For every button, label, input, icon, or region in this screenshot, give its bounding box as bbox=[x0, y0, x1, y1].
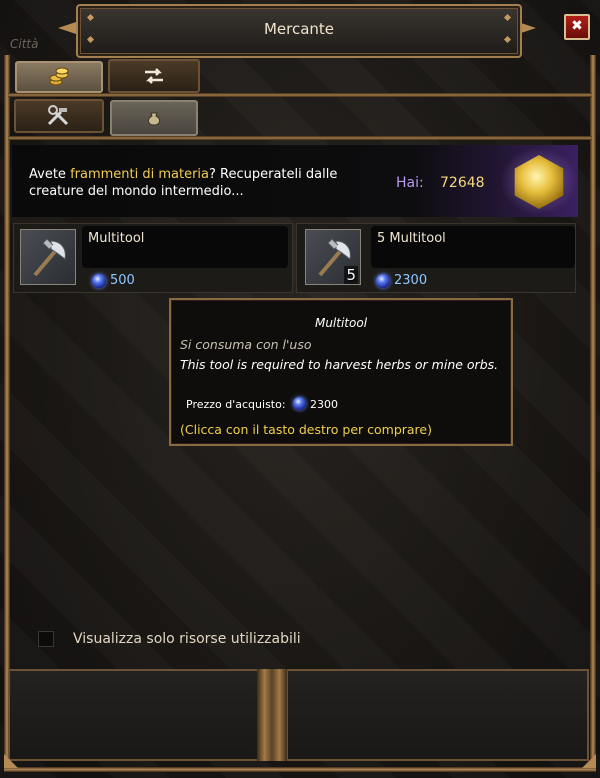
banner-highlight: frammenti di materia bbox=[70, 167, 209, 182]
banner-text: Avete bbox=[29, 167, 71, 182]
bottom-divider-pillar bbox=[257, 669, 287, 761]
frame-border-left bbox=[4, 55, 10, 768]
title-bar: Mercante bbox=[76, 4, 522, 58]
pouch-icon bbox=[148, 112, 160, 126]
stack-count: 5 bbox=[344, 266, 358, 284]
item-name-box: 5 Multitool bbox=[371, 226, 575, 268]
axe-icon[interactable]: 5 bbox=[305, 229, 361, 285]
item-slot[interactable]: Multitool 500 bbox=[13, 223, 293, 293]
tab-exchange[interactable] bbox=[108, 59, 200, 93]
tooltip-description: This tool is required to harvest herbs o… bbox=[180, 357, 499, 372]
tab-pouch[interactable] bbox=[110, 100, 198, 136]
balance-value: 72648 bbox=[440, 175, 485, 191]
tooltip-price-value: 2300 bbox=[310, 398, 338, 411]
item-price: 2300 bbox=[394, 273, 428, 288]
axe-icon-graphic bbox=[33, 238, 66, 277]
tab-row-divider bbox=[8, 93, 592, 97]
banner-message: Avete frammenti di materia? Recuperateli… bbox=[29, 166, 369, 200]
item-price: 500 bbox=[110, 273, 135, 288]
item-name: Multitool bbox=[88, 231, 145, 246]
balance-label: Hai: bbox=[396, 175, 424, 191]
background-location-label: Città bbox=[10, 37, 39, 51]
bottom-panel-left bbox=[8, 669, 259, 761]
corner-ornament-icon bbox=[4, 754, 18, 768]
tooltip-consumable: Si consuma con l'uso bbox=[180, 337, 312, 352]
usable-only-checkbox[interactable] bbox=[38, 631, 54, 647]
close-icon: ✖ bbox=[571, 18, 583, 34]
coins-icon bbox=[49, 67, 69, 86]
title-ornament-left bbox=[58, 22, 76, 34]
blue-orb-icon bbox=[92, 274, 106, 288]
close-button[interactable]: ✖ bbox=[564, 14, 590, 40]
window-title: Mercante bbox=[263, 20, 335, 38]
tooltip-hint: (Clicca con il tasto destro per comprare… bbox=[180, 422, 432, 437]
bottom-panel-right bbox=[286, 669, 589, 761]
item-slot[interactable]: 5 5 Multitool 2300 bbox=[296, 223, 576, 293]
corner-ornament-icon bbox=[582, 754, 596, 768]
tooltip-title: Multitool bbox=[314, 316, 368, 330]
tab-tools[interactable] bbox=[14, 99, 104, 133]
frame-border-bottom bbox=[4, 767, 596, 772]
blue-orb-icon bbox=[376, 274, 390, 288]
tab-row-divider bbox=[8, 136, 592, 140]
axe-icon[interactable] bbox=[20, 229, 76, 285]
usable-only-label[interactable]: Visualizza solo risorse utilizzabili bbox=[73, 631, 301, 647]
item-tooltip: Multitool Si consuma con l'uso This tool… bbox=[169, 298, 513, 446]
blue-orb-icon bbox=[293, 397, 306, 410]
item-name-box: Multitool bbox=[82, 226, 288, 268]
exchange-arrows-icon bbox=[145, 68, 163, 84]
currency-banner: Avete frammenti di materia? Recuperateli… bbox=[12, 145, 578, 217]
tools-icon bbox=[47, 105, 69, 126]
tab-buy-coins[interactable] bbox=[15, 61, 103, 93]
frame-border-right bbox=[590, 55, 596, 768]
item-name: 5 Multitool bbox=[377, 231, 446, 246]
tooltip-price-label: Prezzo d'acquisto: bbox=[186, 398, 286, 411]
